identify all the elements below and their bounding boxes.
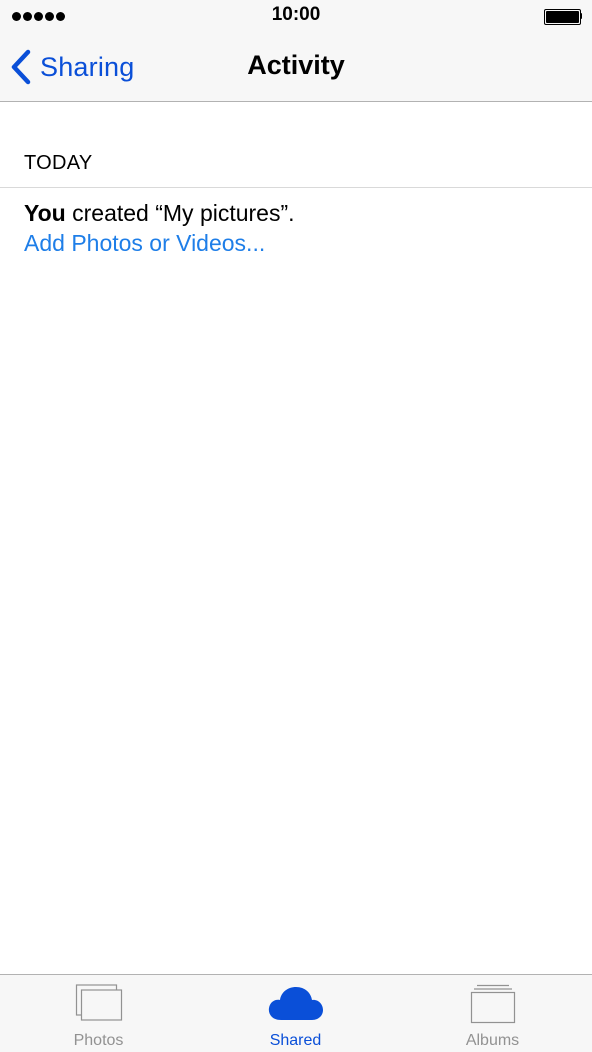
tab-shared-label: Shared <box>269 1032 322 1049</box>
tab-albums[interactable]: Albums <box>394 975 591 1052</box>
tab-photos-label: Photos <box>73 1032 124 1049</box>
section-divider <box>0 187 592 188</box>
section-header-today: TODAY <box>24 152 93 174</box>
tab-shared[interactable]: Shared <box>197 975 394 1052</box>
status-time: 10:00 <box>271 4 321 25</box>
albums-stack-icon <box>470 984 515 1024</box>
activity-actor: You <box>24 200 66 226</box>
tab-albums-label: Albums <box>465 1032 520 1049</box>
top-chrome: 10:00 Sharing Activity <box>0 0 592 102</box>
navigation-bar: Sharing Activity <box>0 33 592 101</box>
battery-full-icon <box>544 9 582 25</box>
photos-stack-icon <box>75 984 122 1021</box>
activity-screen: 10:00 Sharing Activity TODAY You created… <box>0 0 592 1052</box>
tab-photos[interactable]: Photos <box>0 975 197 1052</box>
add-photos-or-videos-link[interactable]: Add Photos or Videos... <box>24 228 265 258</box>
activity-message: You created “My pictures”. <box>24 198 574 228</box>
status-bar: 10:00 <box>0 0 592 33</box>
tab-bar: Photos Shared Albums <box>0 974 592 1052</box>
activity-item: You created “My pictures”. Add Photos or… <box>24 198 574 258</box>
cloud-icon <box>268 987 323 1020</box>
activity-text: created “My pictures”. <box>65 200 295 226</box>
page-title: Activity <box>247 50 345 80</box>
activity-content: TODAY You created “My pictures”. Add Pho… <box>0 102 592 974</box>
